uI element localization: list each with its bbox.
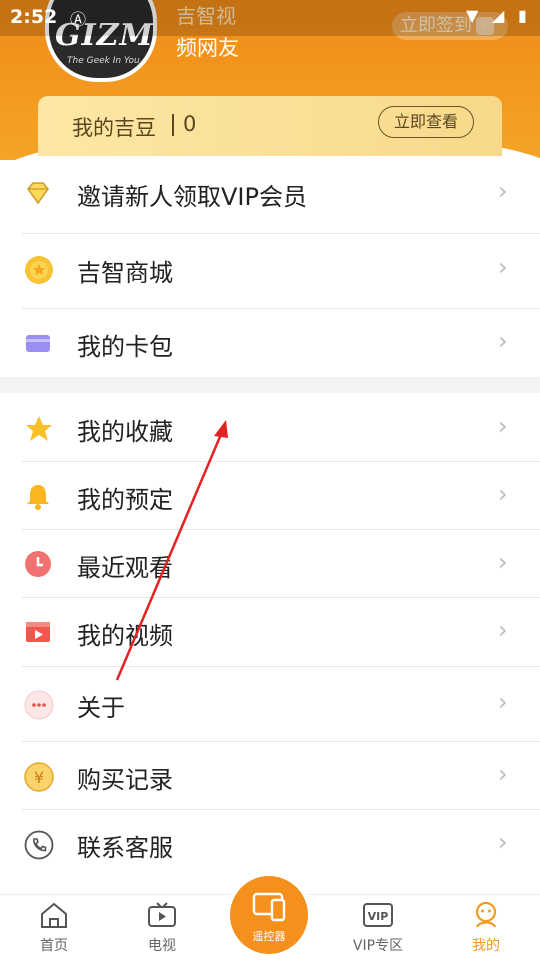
home-icon <box>41 902 67 928</box>
tv-icon <box>148 902 176 927</box>
tab-tv[interactable]: 电视 <box>122 901 202 955</box>
tab-label: VIP专区 <box>352 938 404 954</box>
profile-icon <box>475 901 497 928</box>
vip-icon: VIP <box>363 903 393 927</box>
annotation-arrow <box>115 420 228 681</box>
tab-label: 遥控器 <box>252 930 286 943</box>
tab-home[interactable]: 首页 <box>14 901 94 955</box>
tab-label: 电视 <box>148 938 176 954</box>
svg-text:VIP: VIP <box>368 910 389 923</box>
remote-icon <box>252 892 286 922</box>
tab-label: 我的 <box>472 938 500 954</box>
tab-vip[interactable]: VIP VIP专区 <box>338 901 418 955</box>
tab-label: 首页 <box>40 938 68 954</box>
tab-remote[interactable]: 遥控器 <box>230 876 308 954</box>
tab-mine[interactable]: 我的 <box>446 901 526 955</box>
